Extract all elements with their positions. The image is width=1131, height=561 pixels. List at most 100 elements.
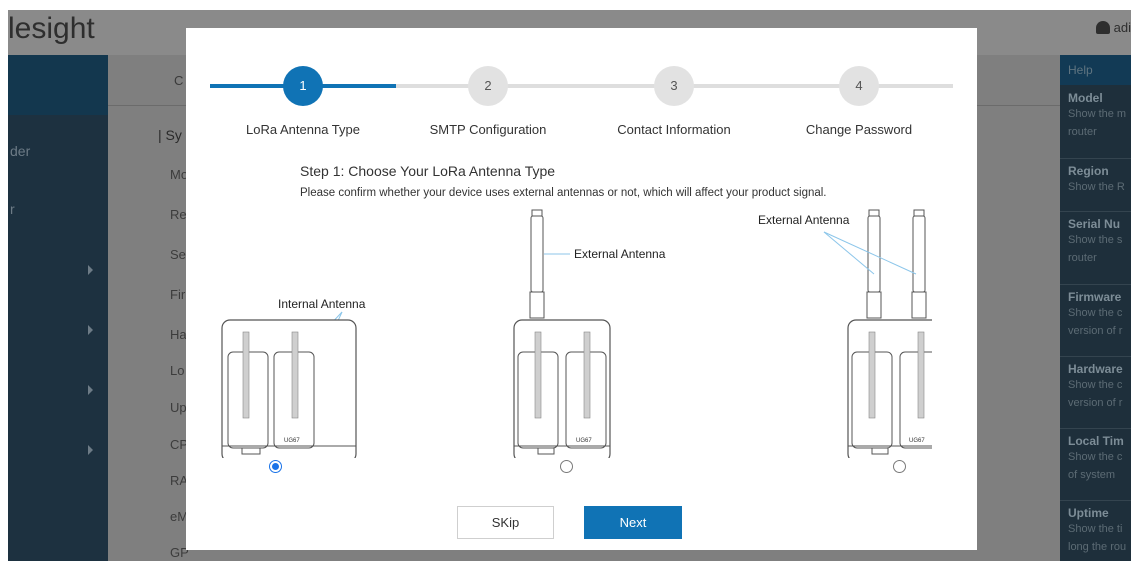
help-item: Region Show the R xyxy=(1068,164,1131,196)
step-3-indicator: 3 xyxy=(654,66,694,106)
step-1-label: LoRa Antenna Type xyxy=(246,122,360,137)
help-item: Uptime Show the ti long the rou xyxy=(1068,506,1131,556)
screen: lesight adi der r C | Sy Mo Re Se Fir Ha… xyxy=(0,0,1131,561)
antenna-connector xyxy=(866,291,882,319)
antenna-strip xyxy=(242,331,250,419)
device-panel xyxy=(899,351,932,449)
info-row-label: Fir xyxy=(170,287,186,302)
antenna-strip xyxy=(868,331,876,419)
help-item-title: Serial Nu xyxy=(1068,217,1121,231)
help-item-desc: of system xyxy=(1068,469,1116,481)
help-divider xyxy=(1060,428,1131,429)
help-item-desc: Show the c xyxy=(1068,379,1123,391)
help-item: Firmware Show the c version of r xyxy=(1068,290,1131,340)
annotation-label: External Antenna xyxy=(758,213,850,227)
model-label: UG67 xyxy=(576,438,592,444)
chevron-right-icon[interactable] xyxy=(88,385,93,395)
help-divider xyxy=(1060,356,1131,357)
nav-active-item[interactable] xyxy=(8,55,108,115)
help-title: Help xyxy=(1068,63,1093,77)
antenna-strip xyxy=(917,331,925,419)
help-item-desc: Show the ti xyxy=(1068,523,1123,535)
antenna-option-radio-external-single[interactable] xyxy=(560,460,573,473)
antenna-tip xyxy=(868,209,880,217)
info-row-label: Re xyxy=(170,207,187,222)
help-item-desc: version of r xyxy=(1068,325,1123,337)
section-title: | Sy xyxy=(158,127,182,143)
setup-wizard-modal: 1 2 3 4 LoRa Antenna Type SMTP Configura… xyxy=(186,28,977,550)
user-name: adi xyxy=(1113,20,1131,35)
device-port xyxy=(871,447,889,455)
chevron-right-icon[interactable] xyxy=(88,325,93,335)
step-4-indicator: 4 xyxy=(839,66,879,106)
external-antenna xyxy=(867,215,881,293)
nav-item-2[interactable]: r xyxy=(10,201,15,217)
help-item-title: Hardware xyxy=(1068,362,1123,376)
device-illustration-external-single[interactable]: External Antenna UG67 xyxy=(508,208,688,458)
annotation-label: External Antenna xyxy=(574,247,666,261)
help-item-title: Local Tim xyxy=(1068,434,1124,448)
help-item: Model Show the m router xyxy=(1068,91,1131,141)
help-item-desc: Show the s xyxy=(1068,234,1123,246)
step-2-indicator: 2 xyxy=(468,66,508,106)
help-item-title: Region xyxy=(1068,164,1109,178)
model-label: UG67 xyxy=(284,438,300,444)
step-title: Step 1: Choose Your LoRa Antenna Type xyxy=(300,163,556,179)
step-4-label: Change Password xyxy=(805,122,913,137)
info-row-label: Lo xyxy=(170,363,185,378)
device-illustration-external-dual[interactable]: External Antenna UG67 xyxy=(752,208,932,458)
help-item: Local Tim Show the c of system xyxy=(1068,434,1131,484)
step-description: Please confirm whether your device uses … xyxy=(300,187,827,199)
help-item-title: Firmware xyxy=(1068,290,1122,304)
device-illustration-internal[interactable]: Internal Antenna UG67 xyxy=(216,208,396,458)
help-divider xyxy=(1060,211,1131,212)
antenna-option-radio-internal[interactable] xyxy=(269,460,282,473)
chevron-right-icon[interactable] xyxy=(88,445,93,455)
help-item-desc: router xyxy=(1068,126,1097,138)
help-panel: Help Model Show the m router Region Show… xyxy=(1060,55,1131,561)
user-menu[interactable]: adi xyxy=(1095,20,1131,35)
antenna-connector xyxy=(529,291,545,319)
nav-item-1[interactable]: der xyxy=(10,143,30,159)
external-antenna xyxy=(912,215,926,293)
help-item-desc: version of r xyxy=(1068,397,1123,409)
antenna-strip xyxy=(534,331,542,419)
help-item-desc: Show the c xyxy=(1068,451,1123,463)
help-item-desc: Show the R xyxy=(1068,181,1125,193)
step-1-indicator: 1 xyxy=(283,66,323,106)
info-row-label: Up xyxy=(170,400,187,415)
antenna-strip xyxy=(291,331,299,419)
step-2-label: SMTP Configuration xyxy=(429,122,547,137)
help-item-title: Model xyxy=(1068,91,1103,105)
device-port xyxy=(537,447,555,455)
info-row-label: Ha xyxy=(170,327,187,342)
skip-button[interactable]: SKip xyxy=(457,506,554,539)
antenna-tip xyxy=(531,209,543,217)
app-logo: lesight xyxy=(8,12,95,45)
model-label: UG67 xyxy=(909,438,925,444)
help-item-desc: router xyxy=(1068,252,1097,264)
step-3-label: Contact Information xyxy=(617,122,731,137)
help-item-desc: Show the c xyxy=(1068,307,1123,319)
device-port xyxy=(241,447,261,455)
tab-status[interactable]: C xyxy=(174,73,183,88)
pointer-line xyxy=(823,231,875,275)
chevron-right-icon[interactable] xyxy=(88,265,93,275)
antenna-strip xyxy=(583,331,591,419)
help-divider xyxy=(1060,284,1131,285)
info-row-label: Se xyxy=(170,247,186,262)
help-divider xyxy=(1060,158,1131,159)
antenna-option-radio-external-dual[interactable] xyxy=(893,460,906,473)
external-antenna xyxy=(530,215,544,293)
user-icon xyxy=(1095,21,1110,34)
help-item: Serial Nu Show the s router xyxy=(1068,217,1131,267)
annotation-label: Internal Antenna xyxy=(278,297,366,311)
antenna-tip xyxy=(913,209,925,217)
help-item-desc: long the rou xyxy=(1068,541,1127,553)
next-button[interactable]: Next xyxy=(584,506,682,539)
help-item: Hardware Show the c version of r xyxy=(1068,362,1131,412)
left-nav: der r xyxy=(8,55,108,561)
antenna-connector xyxy=(911,291,927,319)
help-item-title: Uptime xyxy=(1068,506,1109,520)
help-item-desc: Show the m xyxy=(1068,108,1127,120)
